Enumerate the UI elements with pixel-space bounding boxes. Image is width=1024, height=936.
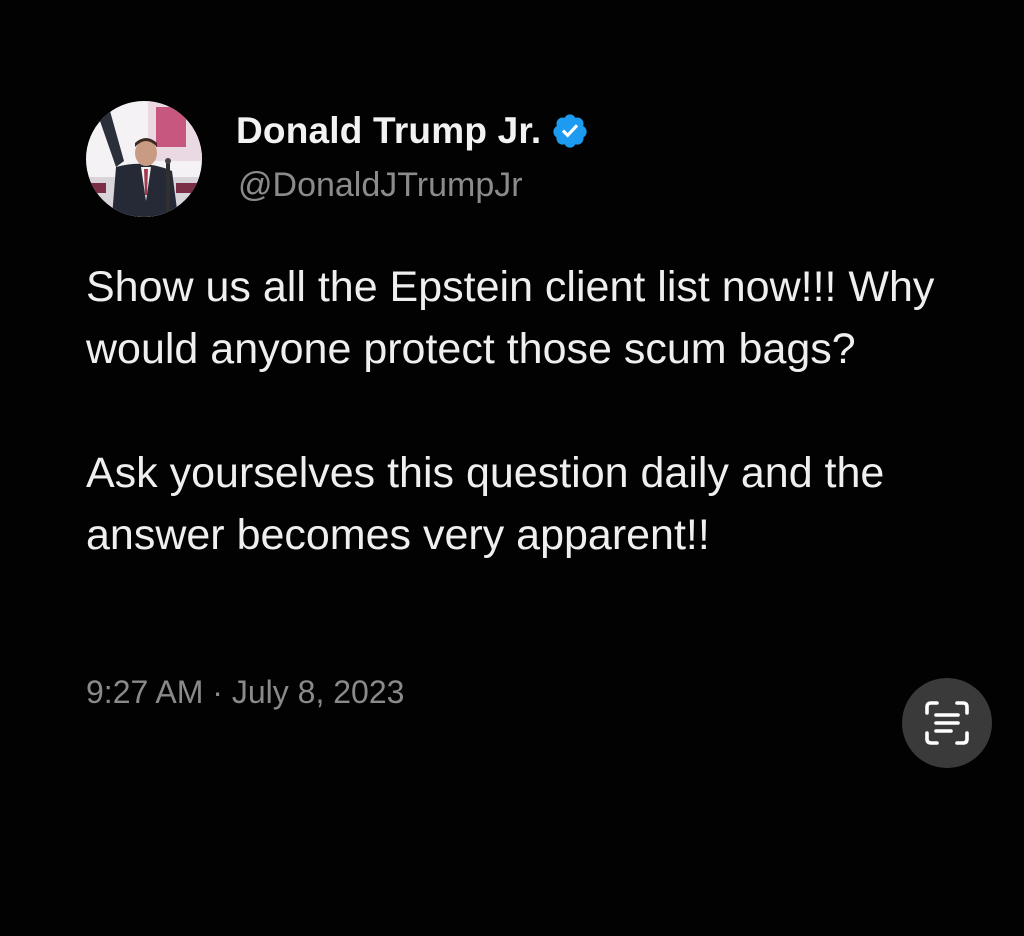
tweet-timestamp[interactable]: 9:27 AM · July 8, 2023 (86, 674, 404, 711)
avatar-photo (86, 101, 202, 217)
text-scan-icon (925, 701, 969, 745)
tweet-text: Show us all the Epstein client list now!… (86, 256, 966, 566)
author-name-row: Donald Trump Jr. (236, 110, 589, 152)
text-scan-button[interactable] (902, 678, 992, 768)
author-handle[interactable]: @DonaldJTrumpJr (238, 166, 523, 205)
verified-badge-icon (553, 114, 588, 148)
display-name[interactable]: Donald Trump Jr. (236, 110, 541, 152)
avatar[interactable] (86, 101, 202, 217)
tweet-paragraph: Show us all the Epstein client list now!… (86, 263, 935, 373)
tweet-screenshot: Donald Trump Jr. @DonaldJTrumpJr Show us… (0, 0, 1024, 936)
tweet-paragraph: Ask yourselves this question daily and t… (86, 449, 885, 559)
